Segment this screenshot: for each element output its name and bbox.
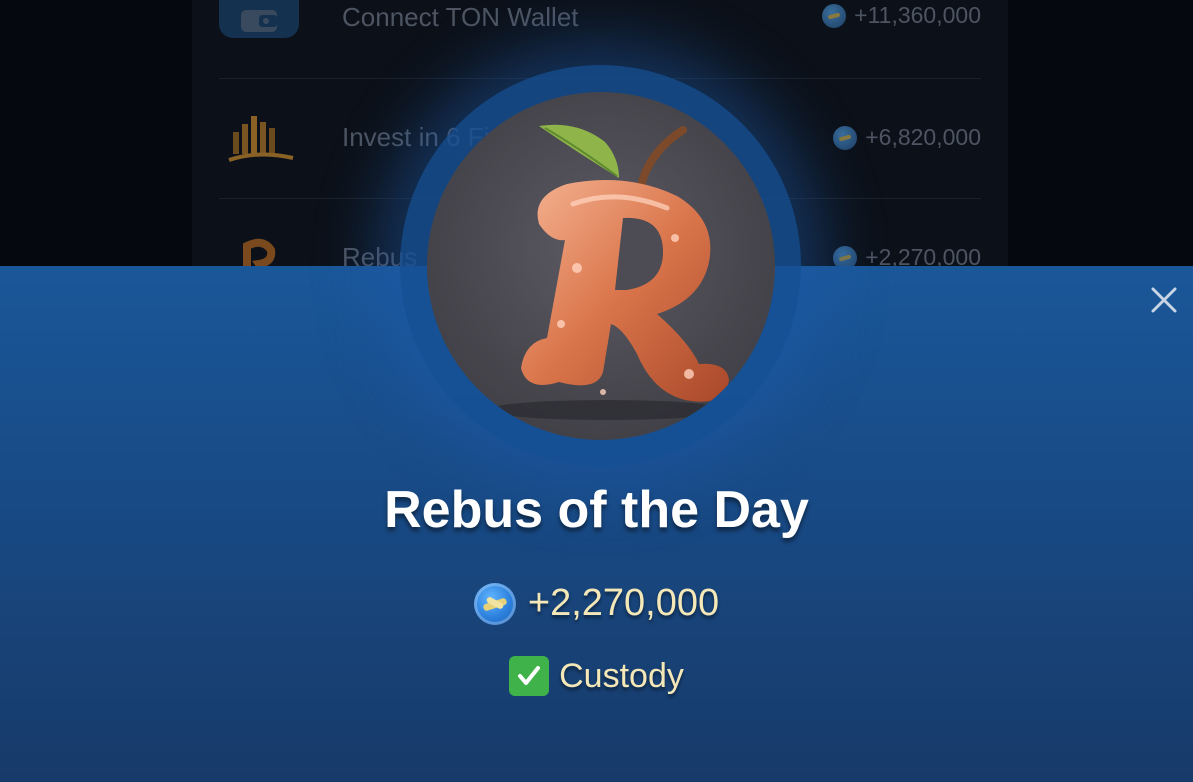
- page-title: Rebus of the Day: [384, 481, 809, 539]
- task-reward-amount: +11,360,000: [854, 2, 981, 28]
- wallet-icon: [219, 0, 299, 38]
- close-icon: [1151, 287, 1177, 313]
- coin-icon: [833, 125, 858, 150]
- custody-label: Custody: [559, 656, 684, 695]
- bar-chart-icon: [219, 98, 299, 178]
- reward-amount: +2,270,000: [527, 582, 720, 624]
- task-reward-amount: +6,820,000: [865, 124, 981, 150]
- custody-status: Custody: [0, 656, 1193, 696]
- coin-icon: [473, 582, 516, 625]
- task-reward: +11,360,000: [822, 2, 981, 29]
- reward-line: +2,270,000: [0, 582, 1193, 625]
- apple-letter-r-image: [427, 92, 775, 440]
- task-title: Connect TON Wallet: [342, 2, 579, 32]
- checkmark-icon: [509, 656, 550, 696]
- task-reward: +6,820,000: [833, 124, 981, 151]
- coin-icon: [822, 3, 847, 28]
- close-button[interactable]: [1148, 284, 1180, 316]
